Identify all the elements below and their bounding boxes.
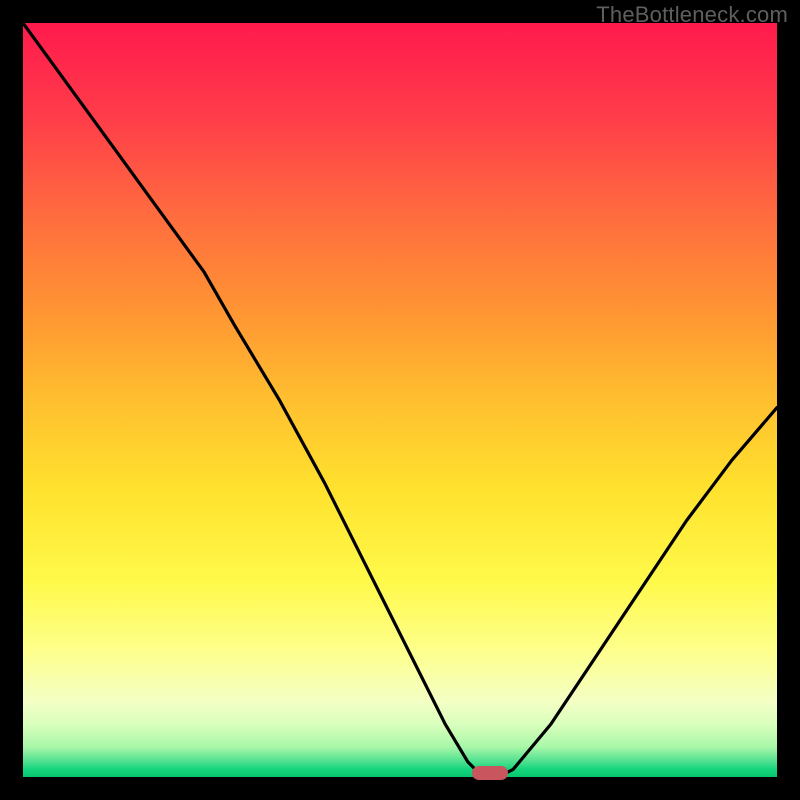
- optimal-marker: [472, 766, 508, 780]
- curve-line: [23, 23, 777, 773]
- chart-frame: TheBottleneck.com: [0, 0, 800, 800]
- watermark-text: TheBottleneck.com: [596, 2, 788, 28]
- bottleneck-curve: [23, 23, 777, 777]
- plot-area: [23, 23, 777, 777]
